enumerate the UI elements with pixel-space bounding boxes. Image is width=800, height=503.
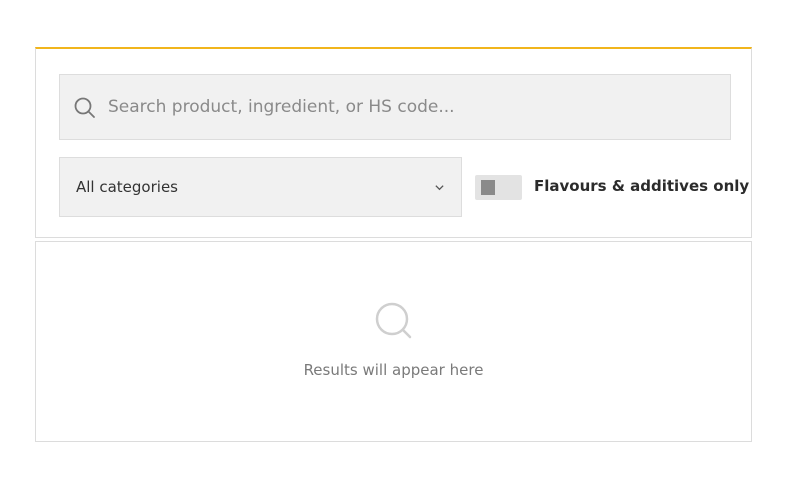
category-select-value: All categories: [76, 178, 178, 196]
search-icon: [375, 302, 412, 339]
flavours-additives-toggle[interactable]: [475, 175, 522, 200]
search-icon: [74, 97, 95, 118]
search-box[interactable]: [59, 74, 731, 140]
chevron-down-icon: [435, 185, 444, 191]
search-input[interactable]: [108, 75, 718, 139]
category-select[interactable]: All categories: [59, 157, 462, 217]
flavours-additives-label: Flavours & additives only: [534, 177, 750, 195]
empty-state-message: Results will appear here: [303, 361, 484, 379]
results-panel: Results will appear here: [35, 241, 752, 442]
search-panel: All categories Flavours & additives only: [35, 47, 752, 238]
toggle-knob: [481, 180, 495, 195]
